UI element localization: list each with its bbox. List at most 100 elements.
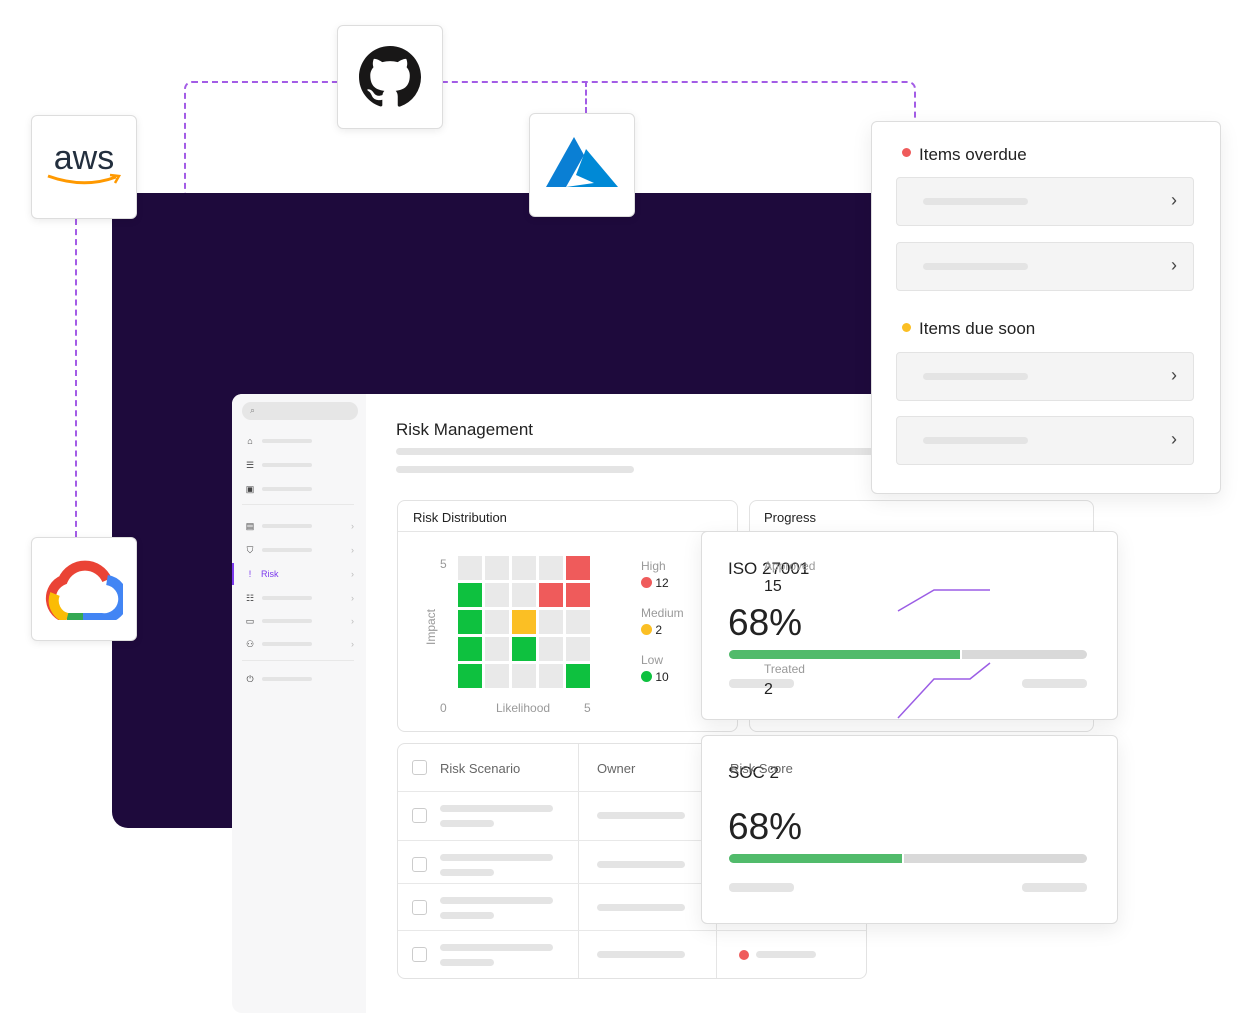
checklist-icon: ☰	[245, 459, 255, 470]
framework-percent: 68%	[728, 602, 803, 643]
row-checkbox[interactable]	[412, 900, 427, 915]
matrix-cell	[566, 556, 590, 580]
matrix-cell	[485, 583, 509, 607]
active-indicator	[232, 563, 234, 585]
matrix-cell	[458, 610, 482, 634]
clipboard-icon: ▤	[245, 520, 255, 531]
placeholder	[396, 448, 893, 455]
legend-item: High 12	[641, 559, 669, 590]
chevron-right-icon: ›	[1171, 190, 1177, 210]
sidebar-item[interactable]: ☷ ›	[244, 591, 354, 605]
select-all-checkbox[interactable]	[412, 760, 427, 775]
legend-count: 10	[655, 670, 669, 684]
chevron-right-icon: ›	[1171, 255, 1177, 275]
legend-dot	[641, 671, 652, 682]
matrix-cell	[485, 556, 509, 580]
sidebar-item-risk[interactable]: ! Risk ›	[244, 567, 354, 581]
treated-label: Treated	[764, 662, 805, 676]
sidebar-item[interactable]: ⚇ ›	[244, 637, 354, 651]
search-input[interactable]: ⌕	[242, 402, 358, 420]
matrix-cell	[566, 583, 590, 607]
framework-percent: 68%	[728, 806, 803, 847]
matrix-cell	[539, 610, 563, 634]
approved-label: Approved	[764, 559, 816, 573]
y-max-label: 5	[440, 557, 447, 571]
azure-logo	[529, 113, 635, 217]
column-header[interactable]: Owner	[597, 761, 635, 776]
row-checkbox[interactable]	[412, 808, 427, 823]
matrix-cell	[566, 637, 590, 661]
page-title: Risk Management	[396, 420, 534, 439]
search-icon: ⌕	[250, 405, 256, 415]
matrix-cell	[458, 583, 482, 607]
aws-logo: aws	[31, 115, 137, 219]
overdue-item[interactable]: ›	[896, 242, 1194, 291]
legend-count: 12	[655, 576, 669, 590]
monitor-icon: ▭	[245, 615, 255, 626]
matrix-cell	[539, 556, 563, 580]
legend-dot	[641, 577, 652, 588]
matrix-cell	[458, 664, 482, 688]
matrix-cell	[512, 664, 536, 688]
x-max-label: 5	[584, 701, 591, 715]
legend-label: High	[641, 559, 666, 573]
column-header[interactable]: Risk Score	[730, 761, 793, 776]
legend-label: Low	[641, 653, 664, 667]
database-icon: ☷	[245, 592, 255, 603]
column-header[interactable]: Risk Scenario	[440, 761, 520, 776]
x-axis-label: Likelihood	[496, 701, 551, 715]
matrix-cell	[485, 664, 509, 688]
risk-icon: !	[248, 569, 252, 579]
legend-item: Medium 2	[641, 606, 684, 637]
sidebar-item[interactable]: ☰	[244, 458, 354, 472]
due-soon-heading: Items due soon	[919, 319, 1036, 338]
divider	[242, 660, 354, 661]
legend-count: 2	[655, 623, 663, 637]
treated-value: 2	[764, 681, 773, 698]
due-soon-item[interactable]: ›	[896, 352, 1194, 401]
chevron-right-icon: ›	[1171, 429, 1177, 449]
connector-line	[585, 81, 587, 113]
progress-sparkline	[897, 589, 991, 719]
shield-icon: ⛉	[246, 544, 254, 555]
github-logo	[337, 25, 443, 129]
divider	[242, 504, 354, 505]
sidebar-item[interactable]: ⌂	[244, 434, 354, 448]
matrix-cell	[458, 556, 482, 580]
google-cloud-logo	[31, 537, 137, 641]
card-title: Risk Distribution	[413, 510, 507, 525]
matrix-cell	[485, 637, 509, 661]
sidebar-item[interactable]: ▤ ›	[244, 519, 354, 533]
matrix-cell	[539, 637, 563, 661]
users-icon: ⚇	[245, 638, 255, 649]
matrix-cell	[539, 664, 563, 688]
home-icon: ⌂	[247, 436, 253, 446]
due-soon-item[interactable]: ›	[896, 416, 1194, 465]
matrix-cell	[485, 610, 509, 634]
approved-value: 15	[764, 578, 782, 595]
sidebar-item[interactable]: ⏻	[244, 672, 354, 686]
row-checkbox[interactable]	[412, 947, 427, 962]
connector-line	[75, 219, 77, 537]
overdue-item[interactable]: ›	[896, 177, 1194, 226]
sidebar-item-label: Risk	[261, 569, 279, 579]
report-icon: ▣	[245, 483, 255, 494]
x-min-label: 0	[440, 701, 447, 715]
sidebar-item[interactable]: ▣	[244, 482, 354, 496]
sidebar: ⌕ ⌂ ☰ ▣ ▤ › ⛉ ›! Risk › ☷ › ▭ › ⚇ › ⏻	[232, 394, 366, 1013]
chevron-right-icon: ›	[1171, 365, 1177, 385]
due-soon-dot	[902, 323, 911, 332]
matrix-cell	[512, 637, 536, 661]
matrix-cell	[512, 583, 536, 607]
matrix-cell	[539, 583, 563, 607]
items-panel: Items overdue › › Items due soon › ›	[871, 121, 1221, 494]
framework-progress-bar	[729, 854, 1087, 863]
sidebar-item[interactable]: ⛉ ›	[244, 543, 354, 557]
risk-score-dot	[739, 950, 749, 960]
overdue-heading: Items overdue	[919, 145, 1027, 164]
sidebar-item[interactable]: ▭ ›	[244, 614, 354, 628]
plug-icon: ⏻	[246, 673, 254, 684]
matrix-cell	[566, 664, 590, 688]
row-checkbox[interactable]	[412, 857, 427, 872]
matrix-cell	[512, 556, 536, 580]
